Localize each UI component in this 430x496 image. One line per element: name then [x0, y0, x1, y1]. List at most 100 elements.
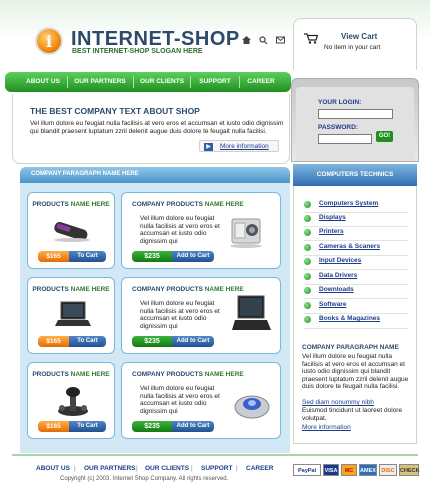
- main-nav: ABOUT US OUR PARTNERS OUR CLIENTS SUPPOR…: [5, 72, 291, 92]
- digital-camera-image[interactable]: [226, 215, 266, 249]
- sidebar-link[interactable]: Sed diam nonummy nibh: [302, 399, 374, 406]
- footer-link-our-partners[interactable]: OUR PARTNERS: [84, 465, 136, 472]
- logo-letter: i: [45, 31, 53, 51]
- sidebar-item-label[interactable]: Books & Magazines: [319, 315, 380, 322]
- mastercard-icon: MC: [341, 464, 357, 476]
- product-price: $165: [38, 421, 69, 432]
- shopping-cart-icon[interactable]: [304, 33, 319, 44]
- product-price: $235: [132, 421, 172, 432]
- sidebar-item-label[interactable]: Computers System: [319, 200, 378, 207]
- footer-separator: |: [236, 465, 238, 472]
- go-button[interactable]: GO!: [376, 131, 393, 142]
- product-title: COMPANY PRODUCTS NAME HERE: [132, 201, 244, 208]
- footer-link-support[interactable]: SUPPORT: [201, 465, 232, 472]
- mouse-image[interactable]: [232, 387, 272, 421]
- login-label: YOUR LOGIN:: [318, 99, 362, 106]
- footer-separator: |: [191, 465, 193, 472]
- divider: [304, 226, 408, 227]
- product-title: COMPANY PRODUCTS NAME HERE: [132, 286, 244, 293]
- product-title-a: PRODUCTS: [32, 286, 69, 293]
- sidebar: Computers System Displays Printers Camer…: [293, 186, 417, 444]
- discover-icon: DISC: [379, 464, 397, 476]
- add-to-cart-button[interactable]: Add to Cart: [172, 251, 214, 262]
- product-title-b: NAME HERE: [204, 371, 244, 378]
- sidebar-item-label[interactable]: Cameras & Scaners: [319, 243, 380, 250]
- more-information-label: More information: [220, 143, 269, 150]
- product-title: COMPANY PRODUCTS NAME HERE: [132, 371, 244, 378]
- product-title-a: COMPANY PRODUCTS: [132, 201, 203, 208]
- divider: [304, 255, 408, 256]
- bullet-icon: [304, 302, 311, 309]
- divider: [304, 313, 408, 314]
- nav-divider: [239, 76, 240, 88]
- to-cart-button[interactable]: To Cart: [69, 336, 106, 347]
- password-input[interactable]: [318, 134, 372, 144]
- view-cart-link[interactable]: View Cart: [341, 32, 377, 41]
- intro-text: Vel illum dolore eu feugiat nulla facili…: [30, 120, 284, 135]
- joystick-image[interactable]: [54, 383, 92, 417]
- usb-drive-image[interactable]: [50, 219, 95, 243]
- bullet-icon: [304, 258, 311, 265]
- nav-our-partners[interactable]: OUR PARTNERS: [69, 72, 131, 92]
- site-slogan: BEST INTERNET-SHOP SLOGAN HERE: [72, 48, 203, 55]
- divider: [304, 328, 408, 329]
- bullet-icon: [304, 229, 311, 236]
- nav-support[interactable]: SUPPORT: [192, 72, 238, 92]
- footer-link-our-clients[interactable]: OUR CLIENTS: [145, 465, 189, 472]
- visa-icon: VISA: [323, 464, 339, 476]
- password-label: PASSWORD:: [318, 124, 358, 131]
- laptop-image[interactable]: [232, 294, 272, 336]
- footer-divider: [12, 454, 418, 456]
- sidebar-item-label[interactable]: Displays: [319, 214, 346, 221]
- laptop-image[interactable]: [54, 300, 92, 330]
- product-title: PRODUCTS NAME HERE: [28, 201, 114, 208]
- footer-separator: |: [74, 465, 76, 472]
- product-price: $165: [38, 336, 69, 347]
- products-grid: PRODUCTS NAME HERE $165 To Cart COMPANY …: [20, 183, 290, 453]
- product-price: $235: [132, 336, 172, 347]
- intro-panel: THE BEST COMPANY TEXT ABOUT SHOP Vel ill…: [12, 94, 290, 164]
- product-description: Vel illum dolore eu feugiat nulla facili…: [140, 215, 220, 245]
- to-cart-button[interactable]: To Cart: [69, 421, 106, 432]
- search-icon[interactable]: [259, 36, 268, 45]
- login-input[interactable]: [318, 109, 393, 119]
- more-information-button[interactable]: ▶ More information: [199, 140, 279, 152]
- mail-icon[interactable]: [276, 36, 285, 44]
- sidebar-item-label[interactable]: Input Devices: [319, 257, 361, 264]
- product-title-a: COMPANY PRODUCTS: [132, 286, 203, 293]
- sidebar-paragraph-text: Vel illum dolore eu feugiat nulla facili…: [302, 353, 409, 390]
- logo-icon[interactable]: i: [35, 27, 63, 55]
- nav-career[interactable]: CAREER: [241, 72, 281, 92]
- page: i INTERNET-SHOP BEST INTERNET-SHOP SLOGA…: [0, 0, 430, 496]
- product-title: PRODUCTS NAME HERE: [28, 371, 114, 378]
- sidebar-item-label[interactable]: Printers: [319, 228, 344, 235]
- sidebar-paragraph-title: COMPANY PARAGRAPH NAME: [302, 344, 399, 351]
- product-title-b: NAME HERE: [70, 371, 110, 378]
- product-card-wide: COMPANY PRODUCTS NAME HERE Vel illum dol…: [121, 192, 281, 269]
- product-description: Vel illum dolore eu feugiat nulla facili…: [140, 300, 220, 330]
- home-icon[interactable]: [242, 36, 251, 44]
- product-title-b: NAME HERE: [70, 286, 110, 293]
- nav-our-clients[interactable]: OUR CLIENTS: [135, 72, 189, 92]
- sidebar-item-label[interactable]: Downloads: [319, 286, 354, 293]
- footer-link-career[interactable]: CAREER: [246, 465, 273, 472]
- add-to-cart-button[interactable]: Add to Cart: [172, 421, 214, 432]
- product-price: $235: [132, 251, 172, 262]
- amex-icon: AMEX: [359, 464, 377, 476]
- bullet-icon: [304, 201, 311, 208]
- nav-divider: [67, 76, 68, 88]
- bullet-icon: [304, 287, 311, 294]
- sidebar-item-label[interactable]: Software: [319, 301, 346, 308]
- arrow-right-icon: ▶: [204, 143, 213, 151]
- product-title: PRODUCTS NAME HERE: [28, 286, 114, 293]
- sidebar-more-information-link[interactable]: More information: [302, 424, 351, 431]
- footer-link-about-us[interactable]: ABOUT US: [36, 465, 70, 472]
- to-cart-button[interactable]: To Cart: [69, 251, 106, 262]
- sidebar-text: Euismod tincidunt ut laoreet dolore volu…: [302, 407, 403, 422]
- intro-title: THE BEST COMPANY TEXT ABOUT SHOP: [30, 106, 200, 116]
- center-section-header: COMPANY PARAGRAPH NAME HERE: [20, 167, 290, 183]
- sidebar-item-label[interactable]: Data Drivers: [319, 272, 357, 279]
- login-panel: YOUR LOGIN: PASSWORD:: [291, 78, 419, 162]
- add-to-cart-button[interactable]: Add to Cart: [172, 336, 214, 347]
- nav-about-us[interactable]: ABOUT US: [17, 72, 69, 92]
